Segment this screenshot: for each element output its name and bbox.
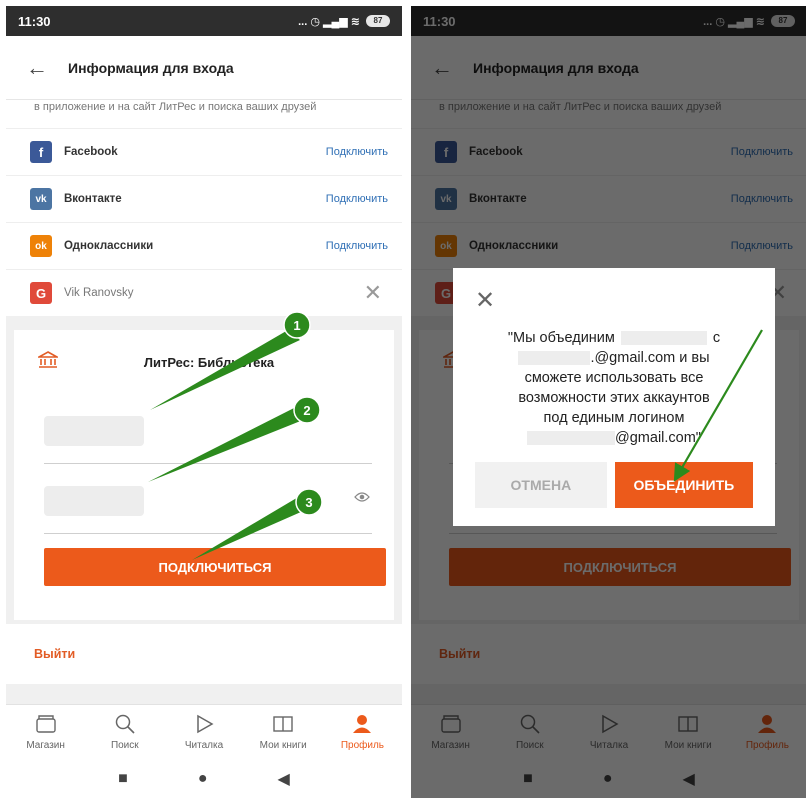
social-name: Вконтакте: [64, 193, 122, 205]
blurred-login-value: [44, 416, 144, 446]
vk-icon: vk: [30, 188, 52, 210]
home-icon[interactable]: ●: [198, 770, 208, 788]
social-name: Одноклассники: [64, 240, 154, 252]
nav-item-reader[interactable]: Читалка: [164, 705, 243, 760]
nav-label: Профиль: [340, 740, 384, 751]
close-icon[interactable]: ✕: [475, 286, 495, 315]
profile-icon: [351, 714, 373, 736]
nav-label: Читалка: [184, 740, 224, 751]
back-arrow-icon[interactable]: ←: [6, 55, 68, 81]
search-icon: [114, 714, 136, 736]
dialog-message-line: возможности этих аккаунтов: [518, 390, 710, 406]
social-row-facebook[interactable]: f Facebook Подключить: [6, 128, 402, 175]
recents-icon[interactable]: ■: [118, 770, 128, 788]
logout-row[interactable]: Выйти: [6, 624, 402, 684]
connect-facebook-link[interactable]: Подключить: [326, 146, 388, 158]
dialog-message-line: сможете использовать все: [524, 370, 704, 386]
facebook-icon: f: [30, 141, 52, 163]
main-content[interactable]: в приложение и на сайт ЛитРес и поиска в…: [6, 100, 402, 704]
nav-label: Мои книги: [259, 740, 307, 751]
dialog-message: "Мы объединим с .@gmail.com и вы сможете …: [473, 328, 755, 448]
connect-odnoklassniki-link[interactable]: Подключить: [326, 240, 388, 252]
nav-item-profile[interactable]: Профиль: [323, 705, 402, 760]
app-bar: ← Информация для входа: [6, 36, 402, 100]
disconnect-google-close-icon[interactable]: ✕: [364, 280, 382, 306]
divider: [404, 0, 410, 802]
merge-accounts-dialog: ✕ "Мы объединим с .@gmail.com и вы сможет…: [453, 268, 775, 526]
social-row-odnoklassniki[interactable]: ok Одноклассники Подключить: [6, 222, 402, 269]
cancel-button[interactable]: ОТМЕНА: [475, 462, 607, 508]
blurred-username: [620, 331, 707, 346]
book-icon: [272, 714, 294, 736]
dialog-message-line: @gmail.com": [615, 430, 701, 446]
card-header: ЛитРес: Библиотека: [14, 330, 394, 394]
dialog-message-line: под единым логином: [543, 410, 685, 426]
google-icon: G: [30, 282, 52, 304]
login-input[interactable]: [44, 394, 372, 464]
blurred-password-value: [44, 486, 144, 516]
blurred-email-local: [527, 431, 616, 446]
social-name: Vik Ranovsky: [64, 287, 134, 299]
screenshot-right: 11:30 ... ◷ ▂▄▆ ≋ 87 ← Информация для вх…: [411, 6, 806, 798]
connect-button[interactable]: подключиться: [44, 548, 386, 586]
password-input[interactable]: [44, 464, 372, 534]
social-row-google[interactable]: G Vik Ranovsky ✕: [6, 269, 402, 316]
odnoklassniki-icon: ok: [30, 235, 52, 257]
nav-item-search[interactable]: Поиск: [85, 705, 164, 760]
nav-label: Поиск: [110, 740, 139, 751]
play-icon: [193, 714, 215, 736]
dialog-message-line: "Мы объединим: [507, 330, 615, 346]
status-time: 11:30: [18, 13, 51, 29]
nav-item-store[interactable]: Магазин: [6, 705, 85, 760]
card-title: ЛитРес: Библиотека: [143, 354, 275, 370]
back-icon[interactable]: ◀: [278, 769, 290, 789]
store-icon: [35, 714, 57, 736]
logout-link[interactable]: Выйти: [34, 647, 75, 661]
nav-label: Магазин: [26, 740, 65, 751]
status-bar: 11:30 ... ◷ ▂▄▆ ≋ 87: [6, 6, 402, 36]
hint-text: в приложение и на сайт ЛитРес и поиска в…: [6, 100, 402, 128]
social-accounts-list: f Facebook Подключить vk Вконтакте Подкл…: [6, 128, 402, 316]
status-icons: ... ◷ ▂▄▆ ≋ 87: [298, 15, 390, 28]
library-login-card: ЛитРес: Библиотека подключиться: [14, 330, 394, 620]
social-name: Facebook: [64, 146, 118, 158]
system-nav-bar: ■ ● ◀: [6, 760, 402, 798]
social-row-vk[interactable]: vk Вконтакте Подключить: [6, 175, 402, 222]
battery-icon: 87: [366, 15, 390, 27]
screenshot-left: 11:30 ... ◷ ▂▄▆ ≋ 87 ← Информация для вх…: [6, 6, 402, 798]
page-title: Информация для входа: [68, 59, 234, 76]
connect-vk-link[interactable]: Подключить: [326, 193, 388, 205]
eye-icon[interactable]: [354, 490, 370, 507]
bottom-nav: Магазин Поиск Читалка Мои книги Профиль: [6, 704, 402, 760]
blurred-email-local: [518, 351, 591, 366]
merge-button[interactable]: ОБЪЕДИНИТЬ: [614, 462, 753, 508]
status-indicators: ... ◷ ▂▄▆ ≋: [298, 15, 360, 28]
dialog-message-line: с: [712, 330, 721, 346]
dialog-message-line: .@gmail.com и вы: [590, 350, 710, 366]
nav-item-my-books[interactable]: Мои книги: [244, 705, 323, 760]
library-icon: [35, 350, 68, 374]
dialog-buttons: ОТМЕНА ОБЪЕДИНИТЬ: [475, 462, 753, 508]
